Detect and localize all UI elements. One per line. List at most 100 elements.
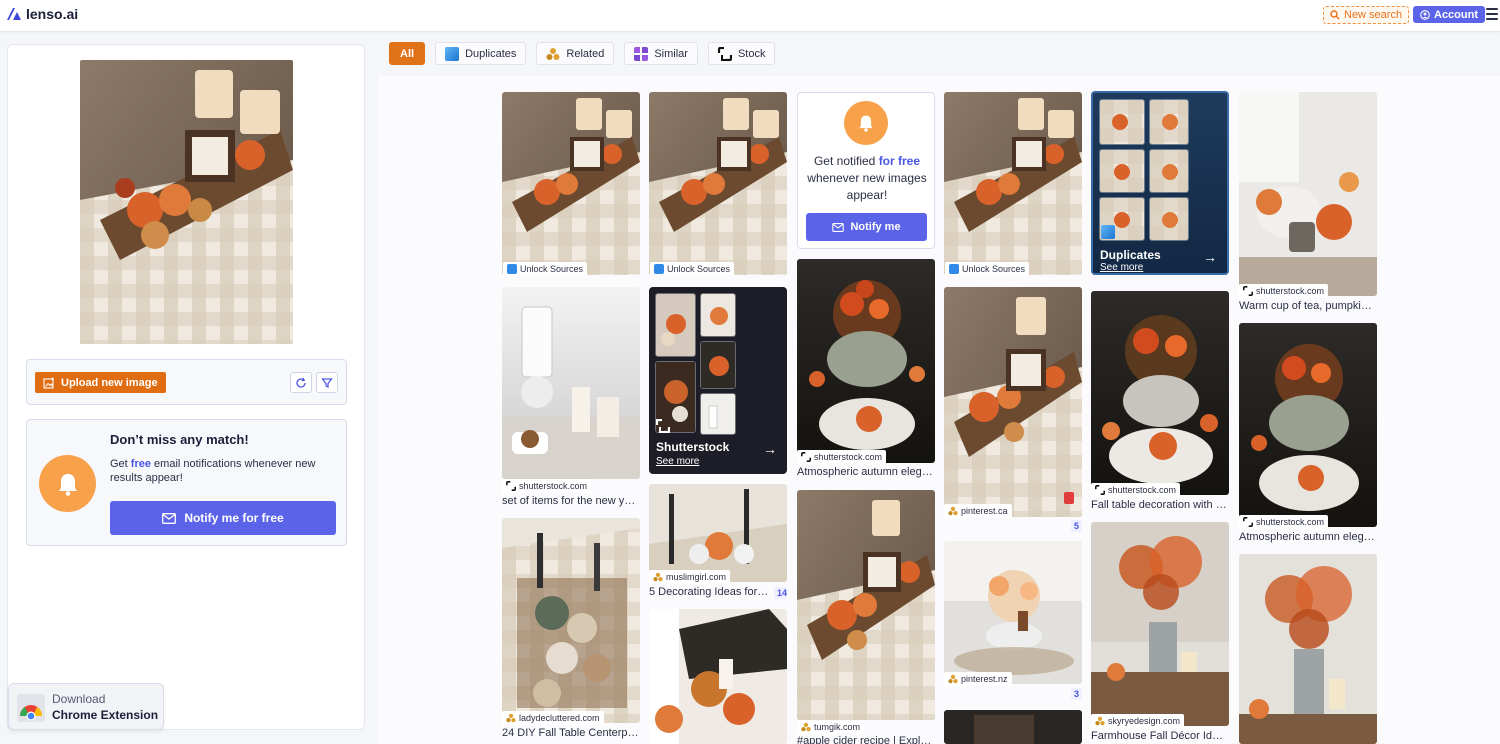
duplicates-see-more-link[interactable]: See more bbox=[1100, 262, 1143, 273]
source-badge[interactable]: shutterstock.com bbox=[797, 450, 887, 464]
upload-new-image-button[interactable]: Upload new image bbox=[35, 372, 166, 393]
source-badge[interactable]: shutterstock.com bbox=[1239, 284, 1329, 298]
duplicates-icon bbox=[654, 264, 664, 274]
tab-stock[interactable]: Stock bbox=[707, 42, 776, 65]
envelope-icon bbox=[832, 222, 845, 232]
filter-icon bbox=[321, 377, 333, 388]
result-card[interactable]: tumgik.com #apple cider recipe | Explor.… bbox=[797, 490, 935, 744]
result-thumbnail bbox=[1239, 92, 1377, 296]
new-search-label: New search bbox=[1344, 9, 1403, 21]
result-thumbnail bbox=[797, 490, 935, 720]
stock-icon bbox=[801, 452, 811, 462]
related-icon bbox=[653, 572, 663, 582]
tab-related[interactable]: Related bbox=[536, 42, 615, 65]
results-grid: Unlock Sources shutterstock.com set of i… bbox=[378, 76, 1500, 744]
duplicates-icon bbox=[949, 264, 959, 274]
result-thumbnail bbox=[944, 710, 1082, 744]
unlock-sources-badge[interactable]: Unlock Sources bbox=[650, 262, 735, 275]
result-thumbnail bbox=[502, 287, 640, 479]
notify-me-for-free-button[interactable]: Notify me for free bbox=[110, 501, 336, 535]
duplicates-icon bbox=[1101, 225, 1115, 239]
chrome-extension-banner[interactable]: Download Chrome Extension bbox=[8, 683, 164, 730]
account-label: Account bbox=[1434, 8, 1478, 21]
duplicates-icon bbox=[507, 264, 517, 274]
related-icon bbox=[948, 674, 958, 684]
bell-icon bbox=[844, 101, 888, 145]
result-card[interactable]: muslimgirl.com 5 Decorating Ideas for t.… bbox=[649, 484, 787, 602]
logo[interactable]: lenso.ai bbox=[6, 6, 78, 22]
search-icon bbox=[1330, 10, 1340, 20]
notify-card: Don’t miss any match! Get free email not… bbox=[26, 419, 347, 546]
source-badge[interactable]: muslimgirl.com bbox=[649, 570, 731, 584]
notify-text: Get free email notifications whenever ne… bbox=[110, 458, 316, 484]
result-card[interactable]: shutterstock.com set of items for the ne… bbox=[502, 287, 640, 512]
source-badge[interactable]: tumgik.com bbox=[797, 720, 865, 734]
unlock-sources-badge[interactable]: Unlock Sources bbox=[503, 262, 588, 275]
tab-duplicates[interactable]: Duplicates bbox=[435, 42, 527, 65]
result-card[interactable]: shutterstock.com Fall table decoration w… bbox=[1091, 291, 1229, 515]
notify-me-button[interactable]: Notify me bbox=[806, 213, 927, 241]
result-thumbnail bbox=[1239, 554, 1377, 744]
result-card[interactable]: shutterstock.com Atmospheric autumn eleg… bbox=[797, 259, 935, 483]
result-thumbnail bbox=[502, 518, 640, 723]
result-card[interactable]: Unlock Sources bbox=[502, 92, 640, 275]
duplicates-promo-card[interactable]: Duplicates See more → bbox=[1091, 91, 1229, 275]
shutterstock-see-more-link[interactable]: See more bbox=[656, 456, 699, 467]
bell-icon bbox=[39, 455, 96, 512]
image-upload-icon bbox=[43, 377, 54, 389]
result-card[interactable]: Unlock Sources bbox=[944, 92, 1082, 275]
tab-all[interactable]: All bbox=[389, 42, 426, 65]
query-image bbox=[80, 60, 293, 344]
result-caption: 24 DIY Fall Table Centerpiec... bbox=[502, 727, 640, 739]
chrome-extension-label: Chrome Extension bbox=[52, 708, 159, 722]
source-badge[interactable]: pinterest.ca bbox=[944, 504, 1012, 518]
source-badge[interactable]: shutterstock.com bbox=[1239, 515, 1329, 529]
source-badge[interactable]: pinterest.nz bbox=[944, 672, 1012, 686]
result-caption: Fall table decoration with p... bbox=[1091, 499, 1229, 511]
result-card[interactable] bbox=[1239, 554, 1377, 744]
duplicates-icon bbox=[445, 46, 460, 61]
result-card[interactable] bbox=[944, 710, 1082, 744]
filter-button[interactable] bbox=[316, 372, 338, 393]
result-card[interactable]: Unlock Sources bbox=[649, 92, 787, 275]
tab-similar[interactable]: Similar bbox=[624, 42, 698, 65]
new-search-button[interactable]: New search bbox=[1323, 6, 1410, 24]
result-thumbnail bbox=[649, 92, 787, 275]
result-card[interactable] bbox=[649, 609, 787, 744]
match-count-badge: 14 bbox=[774, 587, 787, 599]
account-button[interactable]: Account bbox=[1413, 6, 1485, 23]
result-thumbnail bbox=[797, 259, 935, 463]
result-thumbnail bbox=[1091, 291, 1229, 495]
shutterstock-promo-card[interactable]: Shutterstock See more → bbox=[649, 287, 787, 474]
arrow-right-icon: → bbox=[763, 441, 777, 457]
unlock-sources-badge[interactable]: Unlock Sources bbox=[945, 262, 1030, 275]
source-badge[interactable]: shutterstock.com bbox=[1091, 483, 1181, 497]
result-caption: Warm cup of tea, pumpkins... bbox=[1239, 300, 1377, 312]
hamburger-menu-icon[interactable] bbox=[1486, 8, 1498, 20]
result-thumbnail bbox=[944, 287, 1082, 517]
duplicates-title: Duplicates bbox=[1100, 248, 1161, 262]
chrome-logo-icon bbox=[17, 694, 45, 722]
notify-tile: Get notified for free whenever new image… bbox=[797, 92, 935, 249]
result-card[interactable]: ladydecluttered.com 24 DIY Fall Table Ce… bbox=[502, 518, 640, 744]
result-card[interactable]: pinterest.ca 5 bbox=[944, 287, 1082, 533]
source-badge[interactable]: skyryedesign.com bbox=[1091, 714, 1185, 728]
refresh-button[interactable] bbox=[290, 372, 312, 393]
result-thumbnail bbox=[944, 92, 1082, 275]
result-card[interactable]: shutterstock.com Atmospheric autumn eleg… bbox=[1239, 323, 1377, 547]
related-icon bbox=[506, 713, 516, 723]
result-card[interactable]: pinterest.nz 3 bbox=[944, 541, 1082, 703]
chrome-download-label: Download bbox=[52, 692, 106, 706]
related-icon bbox=[948, 506, 958, 516]
stock-icon bbox=[1243, 517, 1253, 527]
brand-name: lenso.ai bbox=[26, 6, 79, 22]
match-count-badge: 3 bbox=[1071, 688, 1082, 700]
upload-label: Upload new image bbox=[61, 376, 158, 389]
source-badge[interactable]: ladydecluttered.com bbox=[502, 711, 604, 725]
source-badge[interactable]: shutterstock.com bbox=[502, 479, 592, 493]
result-card[interactable]: skyryedesign.com Farmhouse Fall Décor Id… bbox=[1091, 522, 1229, 744]
result-thumbnail bbox=[649, 484, 787, 582]
result-card[interactable]: shutterstock.com Warm cup of tea, pumpki… bbox=[1239, 92, 1377, 316]
top-bar: lenso.ai New search Account bbox=[0, 0, 1500, 32]
similar-icon bbox=[634, 46, 649, 61]
